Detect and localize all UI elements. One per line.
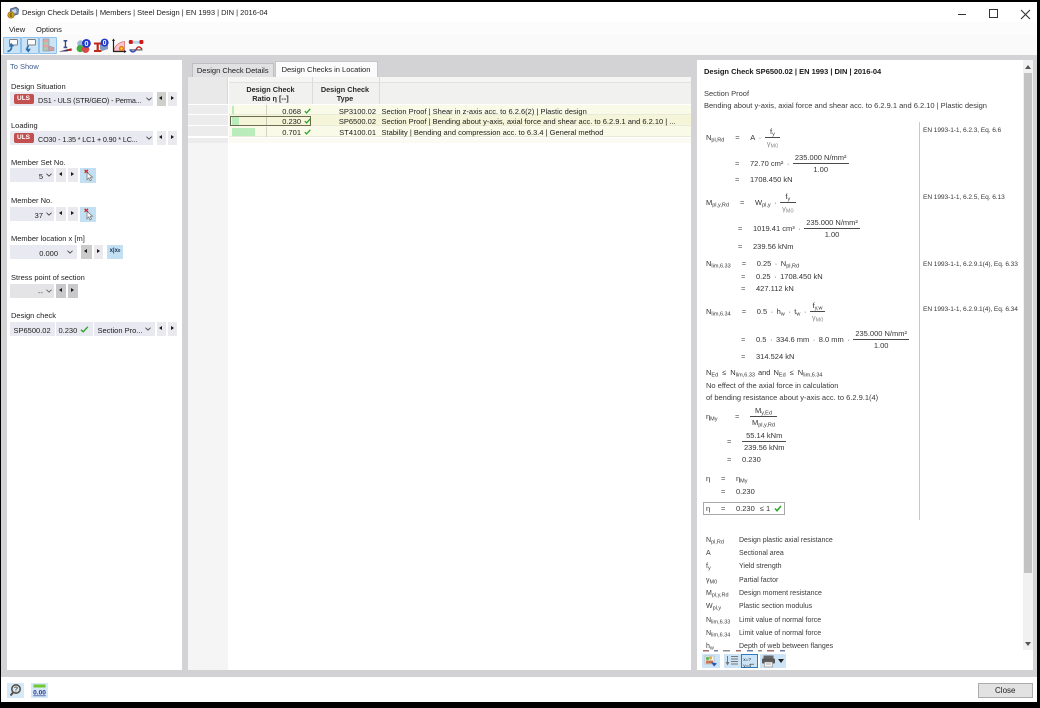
svg-text:6: 6 [9, 13, 12, 19]
svg-text:?: ? [14, 687, 18, 694]
svg-text:y=4: y=4 [743, 662, 751, 667]
svg-text:0: 0 [84, 39, 88, 48]
svg-text:x=?: x=? [743, 657, 751, 663]
svg-text:0.00: 0.00 [33, 690, 46, 697]
svg-text:0: 0 [103, 40, 107, 47]
